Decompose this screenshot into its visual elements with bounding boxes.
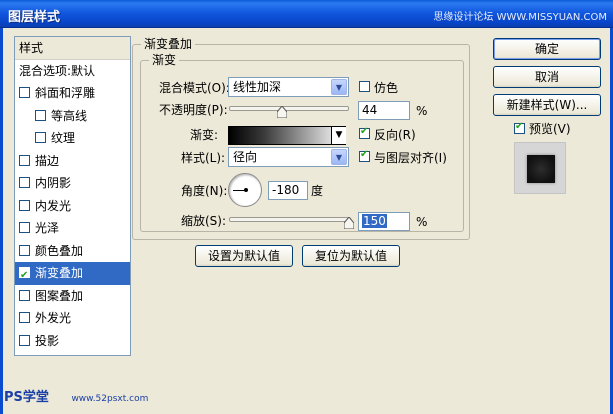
scale-input[interactable]: 150: [358, 212, 410, 231]
style-list-item[interactable]: 图案叠加: [15, 285, 130, 308]
style-list-item[interactable]: 纹理: [15, 127, 130, 150]
blend-mode-select[interactable]: 线性加深 ▼: [228, 77, 349, 97]
window-title: 图层样式: [8, 10, 61, 25]
align-with-layer-label: 与图层对齐(I): [374, 151, 447, 165]
reset-default-button[interactable]: 复位为默认值: [302, 245, 400, 267]
style-checkbox[interactable]: [19, 312, 30, 323]
brand-url: www.52psxt.com: [71, 394, 149, 404]
cancel-button[interactable]: 取消: [493, 66, 601, 88]
opacity-slider[interactable]: [229, 106, 349, 111]
scale-slider-thumb[interactable]: [344, 217, 354, 229]
style-preview-thumbnail: [514, 142, 566, 194]
scale-value: 150: [362, 214, 387, 228]
scale-label: 缩放(S):: [181, 214, 227, 228]
style-checkbox[interactable]: [19, 265, 30, 285]
title-bar: 图层样式 思缘设计论坛 WWW.MISSYUAN.COM: [0, 0, 613, 28]
align-with-layer-checkbox[interactable]: [359, 149, 370, 162]
style-list-item-label: 光泽: [35, 221, 60, 235]
gradient-label: 渐变:: [190, 128, 219, 142]
new-style-button[interactable]: 新建样式(W)...: [493, 94, 601, 116]
blend-options-item[interactable]: 混合选项:默认: [15, 60, 130, 83]
style-list-item-label: 斜面和浮雕: [35, 86, 96, 100]
reverse-checkbox[interactable]: [359, 126, 370, 139]
style-checkbox[interactable]: [19, 154, 30, 166]
style-list-item-label: 内发光: [35, 198, 72, 213]
style-list-item-label: 外发光: [35, 311, 72, 325]
angle-label: 角度(N):: [181, 184, 228, 198]
style-list-item-label: 纹理: [51, 131, 76, 145]
opacity-label: 不透明度(P):: [159, 103, 228, 117]
preview-checkbox[interactable]: [514, 121, 525, 134]
brand-watermark: PS学堂 www.52psxt.com: [4, 386, 148, 405]
style-label: 样式(L):: [181, 151, 226, 165]
style-list-item-label: 等高线: [51, 108, 88, 123]
style-list-item[interactable]: 描边: [15, 150, 130, 173]
angle-dial-center: [244, 188, 248, 192]
style-list-item-label: 渐变叠加: [35, 266, 84, 280]
opacity-input[interactable]: 44: [358, 101, 410, 120]
style-list-item-label: 图案叠加: [35, 288, 84, 303]
opacity-slider-thumb[interactable]: [276, 106, 287, 118]
style-list-item[interactable]: 内发光: [15, 195, 130, 218]
chevron-down-icon: ▼: [331, 79, 347, 95]
style-checkbox[interactable]: [19, 244, 30, 256]
style-list-item[interactable]: 等高线: [15, 105, 130, 128]
style-checkbox[interactable]: [19, 199, 30, 211]
style-list-item[interactable]: 光泽: [15, 217, 130, 240]
gradient-overlay-title: 渐变叠加: [141, 37, 196, 51]
style-list-header[interactable]: 样式: [15, 37, 130, 60]
gradient-subgroup-title: 渐变: [149, 53, 180, 67]
preview-label: 预览(V): [529, 122, 571, 136]
style-list-item-label: 描边: [35, 153, 60, 168]
style-list-item[interactable]: 斜面和浮雕: [15, 82, 130, 105]
style-list-item-label: 投影: [35, 333, 60, 348]
reverse-label: 反向(R): [374, 128, 416, 142]
style-checkbox[interactable]: [19, 334, 30, 346]
style-list-item[interactable]: 内阴影: [15, 172, 130, 195]
scale-percent-sign: %: [416, 215, 428, 229]
gradient-style-value: 径向: [233, 150, 258, 164]
chevron-down-icon: ▼: [331, 149, 347, 165]
style-list-item[interactable]: 颜色叠加: [15, 240, 130, 263]
style-list-item-label: 内阴影: [35, 176, 72, 190]
gradient-swatch[interactable]: [228, 126, 346, 145]
angle-dial[interactable]: [228, 173, 262, 207]
style-checkbox[interactable]: [19, 289, 30, 301]
blend-mode-label: 混合模式(O):: [159, 81, 230, 95]
style-list-item[interactable]: 投影: [15, 330, 130, 353]
watermark: 思缘设计论坛 WWW.MISSYUAN.COM: [433, 12, 607, 23]
ok-button[interactable]: 确定: [493, 38, 601, 60]
scale-slider[interactable]: [229, 217, 349, 222]
blend-mode-value: 线性加深: [233, 80, 282, 94]
style-checkbox[interactable]: [35, 132, 46, 143]
opacity-percent-sign: %: [416, 104, 428, 118]
make-default-button[interactable]: 设置为默认值: [195, 245, 293, 267]
style-list-item-label: 颜色叠加: [35, 243, 84, 258]
dither-checkbox[interactable]: [359, 81, 370, 92]
style-list: 样式 混合选项:默认 斜面和浮雕等高线纹理描边内阴影内发光光泽颜色叠加渐变叠加图…: [14, 36, 131, 356]
style-preview-swatch: [527, 155, 555, 183]
style-checkbox[interactable]: [35, 109, 46, 121]
style-checkbox[interactable]: [19, 87, 30, 98]
gradient-picker-arrow-icon[interactable]: ▼: [331, 127, 346, 144]
gradient-style-select[interactable]: 径向 ▼: [228, 147, 349, 167]
dither-label: 仿色: [374, 81, 399, 95]
brand-text: PS学堂: [4, 390, 49, 405]
angle-input[interactable]: -180: [268, 181, 308, 200]
style-checkbox[interactable]: [19, 222, 30, 233]
style-list-item[interactable]: 渐变叠加: [15, 262, 130, 285]
angle-unit: 度: [311, 184, 324, 198]
style-list-item[interactable]: 外发光: [15, 307, 130, 330]
style-checkbox[interactable]: [19, 177, 30, 188]
